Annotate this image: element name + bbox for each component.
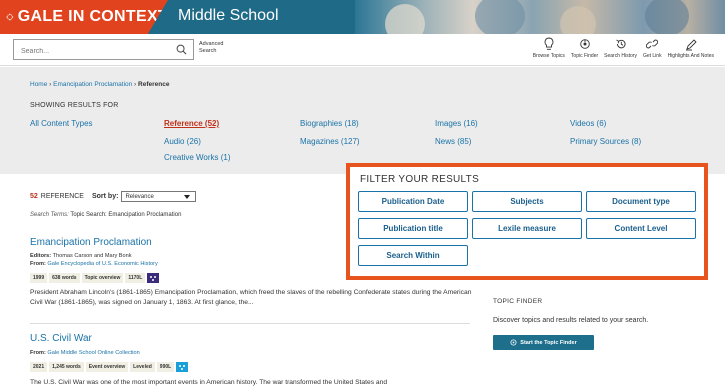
result-tags: 1999 638 words Topic overview 1170L: [30, 273, 160, 283]
results-count-line: 52 REFERENCE Sort by: Relevance: [30, 191, 197, 202]
result-title-link[interactable]: Emancipation Proclamation: [30, 237, 152, 248]
pencil-icon: [685, 39, 697, 51]
browse-topics-button[interactable]: Browse Topics: [530, 37, 568, 59]
filter-results-panel: FILTER YOUR RESULTS Publication Date Sub…: [346, 163, 708, 280]
tag-year: 2021: [30, 362, 48, 372]
editors-value: Thomas Carson and Mary Bonk: [52, 253, 132, 259]
result-editors: Editors: Thomas Carson and Mary Bonk: [30, 253, 132, 259]
sort-dropdown[interactable]: Relevance: [121, 191, 197, 202]
filter-lexile-measure-button[interactable]: Lexile measure: [472, 218, 582, 239]
source-value[interactable]: Gale Middle School Online Collection: [47, 350, 139, 356]
browse-topics-label: Browse Topics: [532, 53, 565, 59]
content-type-images[interactable]: Images (16): [435, 119, 478, 128]
tag-lexile: 1170L: [125, 273, 146, 283]
result-source: From: Gale Middle School Online Collecti…: [30, 350, 140, 356]
tag-leveled: Leveled: [130, 362, 155, 372]
highlights-notes-label: Highlights And Notes: [667, 53, 714, 59]
breadcrumb-parent[interactable]: Emancipation Proclamation: [53, 81, 132, 88]
breadcrumb: Home › Emancipation Proclamation › Refer…: [30, 81, 169, 88]
topic-finder-button[interactable]: Topic Finder: [568, 37, 601, 59]
search-input[interactable]: [14, 42, 164, 61]
content-type-primary-sources[interactable]: Primary Sources (8): [570, 137, 641, 146]
topic-finder-heading: TOPIC FINDER: [493, 298, 543, 305]
start-topic-finder-label: Start the Topic Finder: [520, 339, 577, 346]
topic-finder-icon: [510, 339, 517, 346]
topic-finder-description: Discover topics and results related to y…: [493, 317, 649, 324]
search-history-button[interactable]: Search History: [601, 37, 640, 59]
gale-logo-icon: [6, 13, 14, 21]
highlights-notes-button[interactable]: Highlights And Notes: [665, 37, 717, 59]
editors-label: Editors:: [30, 253, 52, 259]
content-type-biographies[interactable]: Biographies (18): [300, 119, 359, 128]
content-type-videos[interactable]: Videos (6): [570, 119, 606, 128]
results-count: 52: [30, 193, 38, 200]
content-type-news[interactable]: News (85): [435, 137, 471, 146]
tag-doc-type: Topic overview: [81, 273, 124, 283]
dropdown-arrow-icon: [184, 194, 191, 199]
search-terms-label: Search Terms:: [30, 212, 69, 218]
toolbar: Advanced Search Browse Topics Topic Find…: [0, 34, 725, 66]
advanced-search-link[interactable]: Advanced Search: [199, 41, 229, 55]
result-source: From: Gale Encyclopedia of U.S. Economic…: [30, 261, 158, 267]
results-count-label: REFERENCE: [40, 193, 84, 200]
search-terms-value: Topic Search: Emancipation Proclamation: [70, 212, 182, 218]
result-snippet: President Abraham Lincoln's (1861-1865) …: [30, 289, 472, 306]
get-link-label: Get Link: [642, 53, 662, 59]
brand-name: GALE IN CONTEXT: [17, 8, 168, 25]
history-icon: [615, 39, 626, 49]
search-terms: Search Terms: Topic Search: Emancipation…: [30, 212, 181, 218]
filter-document-type-button[interactable]: Document type: [586, 191, 696, 212]
filter-search-within-button[interactable]: Search Within: [358, 245, 468, 266]
tag-word-count: 638 words: [49, 273, 80, 283]
search-box: [13, 39, 194, 61]
source-label: From:: [30, 261, 46, 267]
lexile-icon: [147, 273, 160, 283]
result-divider: [30, 323, 470, 324]
sort-value: Relevance: [125, 193, 154, 200]
header-banner: GALE IN CONTEXT Middle School: [0, 0, 725, 34]
tag-word-count: 1,245 words: [49, 362, 84, 372]
source-label: From:: [30, 350, 46, 356]
topic-finder-label: Topic Finder: [570, 53, 599, 59]
filter-publication-date-button[interactable]: Publication Date: [358, 191, 468, 212]
source-value[interactable]: Gale Encyclopedia of U.S. Economic Histo…: [47, 261, 157, 267]
link-icon: [646, 39, 659, 49]
content-type-creative-works[interactable]: Creative Works (1): [164, 153, 231, 162]
get-link-button[interactable]: Get Link: [640, 37, 665, 59]
edition-title: Middle School: [178, 7, 279, 24]
start-topic-finder-button[interactable]: Start the Topic Finder: [493, 335, 594, 350]
result-tags: 2021 1,245 words Event overview Leveled …: [30, 362, 189, 372]
content-type-all[interactable]: All Content Types: [30, 119, 93, 128]
tag-doc-type: Event overview: [85, 362, 129, 372]
result-title-link[interactable]: U.S. Civil War: [30, 333, 92, 344]
brand-logo-area[interactable]: GALE IN CONTEXT: [0, 0, 168, 34]
filter-content-level-button[interactable]: Content Level: [586, 218, 696, 239]
lightbulb-icon: [544, 37, 554, 50]
lexile-icon: [176, 362, 189, 372]
tag-year: 1999: [30, 273, 48, 283]
filter-title: FILTER YOUR RESULTS: [360, 174, 480, 185]
content-type-magazines[interactable]: Magazines (127): [300, 137, 360, 146]
breadcrumb-current: Reference: [138, 81, 170, 88]
content-type-reference[interactable]: Reference (52): [164, 119, 219, 128]
tag-lexile: 990L: [156, 362, 175, 372]
sort-label: Sort by:: [91, 193, 119, 200]
search-history-label: Search History: [604, 53, 637, 59]
filter-subjects-button[interactable]: Subjects: [472, 191, 582, 212]
tool-links: Browse Topics Topic Finder Search Histor…: [530, 37, 717, 59]
showing-results-label: SHOWING RESULTS FOR: [30, 102, 119, 109]
result-snippet: The U.S. Civil War was one of the most i…: [30, 379, 388, 386]
banner-photo: [355, 0, 725, 34]
breadcrumb-home[interactable]: Home: [30, 81, 47, 88]
results-header-band: Home › Emancipation Proclamation › Refer…: [0, 67, 725, 174]
filter-publication-title-button[interactable]: Publication title: [358, 218, 468, 239]
search-icon[interactable]: [176, 44, 187, 55]
topic-finder-icon: [579, 39, 590, 49]
content-type-audio[interactable]: Audio (26): [164, 137, 201, 146]
